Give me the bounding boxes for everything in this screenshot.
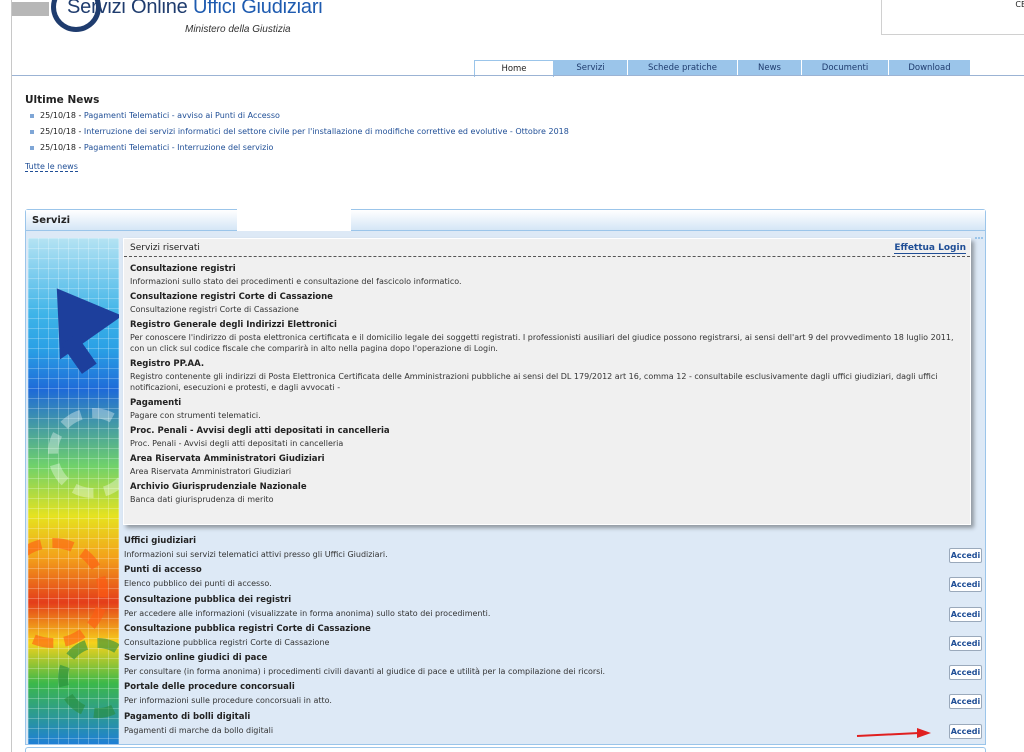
- servizi-panel: Servizi Servizi riservati Effettua Login…: [25, 209, 986, 745]
- site-title-part2: Uffici Giudiziari: [192, 0, 323, 18]
- bullet-icon: [30, 145, 34, 150]
- reserved-services-title: Servizi riservati: [130, 243, 200, 253]
- header-divider: [12, 75, 1024, 76]
- reserved-service-title: Proc. Penali - Avvisi degli atti deposit…: [130, 426, 390, 436]
- site-subtitle: Ministero della Giustizia: [185, 24, 291, 35]
- accedi-button[interactable]: Accedi: [949, 548, 982, 563]
- reserved-service-item: Consultazione registri Corte di Cassazio…: [130, 290, 964, 315]
- servizi-panel-title: Servizi: [32, 215, 71, 226]
- news-item: 25/10/18 - Pagamenti Telematici - avviso…: [30, 110, 569, 126]
- reserved-service-item: Pagamenti Pagare con strumenti telematic…: [130, 396, 964, 421]
- reserved-service-desc: Consultazione registri Corte di Cassazio…: [130, 305, 299, 314]
- main-nav: Home Servizi Schede pratiche News Docume…: [474, 60, 971, 77]
- reserved-service-desc: Banca dati giurisprudenza di merito: [130, 495, 274, 504]
- reserved-service-title: Consultazione registri: [130, 264, 236, 274]
- news-link[interactable]: Pagamenti Telematici - avviso ai Punti d…: [84, 111, 280, 120]
- news-item: 25/10/18 - Interruzione dei servizi info…: [30, 126, 569, 142]
- reserved-service-title: Area Riservata Amministratori Giudiziari: [130, 454, 325, 464]
- public-service-title: Punti di accesso: [124, 565, 202, 576]
- public-service-desc: Informazioni sui servizi telematici atti…: [124, 550, 388, 559]
- public-service-item: Uffici giudiziari Informazioni sui servi…: [124, 534, 984, 563]
- public-service-title: Consultazione pubblica dei registri: [124, 594, 292, 605]
- public-service-item: Consultazione pubblica registri Corte di…: [124, 622, 984, 651]
- reserved-service-desc: Pagare con strumenti telematici.: [130, 411, 261, 420]
- reserved-service-desc: Informazioni sullo stato dei procediment…: [130, 277, 462, 286]
- reserved-services-header: Servizi riservati Effettua Login: [124, 239, 970, 257]
- news-item: 25/10/18 - Pagamenti Telematici - Interr…: [30, 142, 569, 158]
- news-heading: Ultime News: [25, 94, 100, 106]
- news-date: 25/10/18 -: [40, 143, 84, 152]
- header-grey-bar: [12, 2, 49, 16]
- accedi-button[interactable]: Accedi: [949, 723, 982, 739]
- public-service-title: Servizio online giudici di pace: [124, 653, 268, 664]
- public-service-desc: Per accedere alle informazioni (visualiz…: [124, 608, 491, 618]
- certificate-box: CE: [881, 0, 1024, 35]
- reserved-service-item: Area Riservata Amministratori Giudiziari…: [130, 452, 964, 477]
- public-service-desc: Per informazioni sulle procedure concors…: [124, 696, 332, 706]
- reserved-service-item: Proc. Penali - Avvisi degli atti deposit…: [130, 424, 964, 449]
- page-left-border: [11, 0, 12, 752]
- accedi-button[interactable]: Accedi: [949, 665, 982, 681]
- tab-schede-pratiche[interactable]: Schede pratiche: [628, 60, 738, 76]
- reserved-service-item: Archivio Giurisprudenziale Nazionale Ban…: [130, 480, 964, 505]
- reserved-service-item: Consultazione registri Informazioni sull…: [130, 262, 964, 287]
- reserved-service-title: Consultazione registri Corte di Cassazio…: [130, 292, 333, 302]
- public-service-desc: Per consultare (in forma anonima) i proc…: [124, 667, 606, 677]
- public-service-title: Portale delle procedure concorsuali: [124, 682, 295, 693]
- tab-download[interactable]: Download: [889, 60, 971, 76]
- public-service-item: Punti di accesso Elenco pubblico dei pun…: [124, 563, 984, 593]
- reserved-service-desc: Per conoscere l'indirizzo di posta elett…: [130, 333, 954, 353]
- reserved-service-item: Registro PP.AA. Registro contenente gli …: [130, 357, 964, 393]
- public-service-desc: Consultazione pubblica registri Corte di…: [124, 637, 330, 647]
- tab-documenti[interactable]: Documenti: [802, 60, 889, 76]
- next-panel-top: [25, 747, 986, 752]
- reserved-service-title: Pagamenti: [130, 398, 182, 408]
- news-date: 25/10/18 -: [40, 127, 84, 136]
- reserved-service-item: Registro Generale degli Indirizzi Elettr…: [130, 318, 964, 354]
- tab-news[interactable]: News: [738, 60, 802, 76]
- certificate-label: CE: [1015, 0, 1024, 9]
- public-service-item: Portale delle procedure concorsuali Per …: [124, 680, 984, 710]
- reserved-service-title: Registro Generale degli Indirizzi Elettr…: [130, 320, 337, 330]
- news-link[interactable]: Pagamenti Telematici - Interruzione del …: [84, 143, 274, 152]
- accedi-button[interactable]: Accedi: [949, 694, 982, 710]
- public-service-item: Servizio online giudici di pace Per cons…: [124, 651, 984, 681]
- login-link[interactable]: Effettua Login: [894, 243, 966, 254]
- accedi-button[interactable]: Accedi: [949, 635, 982, 651]
- public-service-item: Consultazione pubblica dei registri Per …: [124, 593, 984, 622]
- site-title[interactable]: Servizi Online Uffici Giudiziari: [67, 0, 323, 19]
- bullet-icon: [30, 113, 34, 118]
- site-title-part1: Servizi Online: [67, 0, 188, 18]
- public-service-title: Consultazione pubblica registri Corte di…: [124, 623, 371, 634]
- all-news-link[interactable]: Tutte le news: [25, 162, 78, 172]
- reserved-service-desc: Registro contenente gli indirizzi di Pos…: [130, 372, 938, 392]
- public-service-title: Pagamento di bolli digitali: [124, 711, 251, 722]
- public-services-list: Uffici giudiziari Informazioni sui servi…: [124, 534, 984, 739]
- bullet-icon: [30, 129, 34, 134]
- servizi-panel-header: Servizi: [26, 209, 985, 231]
- reserved-service-desc: Area Riservata Amministratori Giudiziari: [130, 467, 292, 476]
- public-service-desc: Pagamenti di marche da bollo digitali: [124, 725, 274, 735]
- reserved-service-title: Archivio Giurisprudenziale Nazionale: [130, 482, 307, 492]
- panel-dots: [975, 237, 983, 239]
- news-list: 25/10/18 - Pagamenti Telematici - avviso…: [30, 110, 569, 158]
- red-annotation-arrow-icon: [856, 728, 931, 738]
- tab-servizi[interactable]: Servizi: [554, 60, 628, 76]
- news-link[interactable]: Interruzione dei servizi informatici del…: [84, 127, 569, 136]
- accedi-button[interactable]: Accedi: [949, 606, 982, 622]
- reserved-services-box: Servizi riservati Effettua Login Consult…: [123, 238, 971, 525]
- accedi-button[interactable]: Accedi: [949, 577, 982, 593]
- panel-header-gap: [237, 209, 351, 231]
- reserved-service-title: Registro PP.AA.: [130, 359, 205, 369]
- public-service-desc: Elenco pubblico dei punti di accesso.: [124, 579, 272, 589]
- decorative-image: [28, 238, 119, 744]
- news-date: 25/10/18 -: [40, 111, 84, 120]
- reserved-services-list: Consultazione registri Informazioni sull…: [130, 262, 964, 508]
- public-service-title: Uffici giudiziari: [124, 536, 197, 546]
- reserved-service-desc: Proc. Penali - Avvisi degli atti deposit…: [130, 439, 344, 448]
